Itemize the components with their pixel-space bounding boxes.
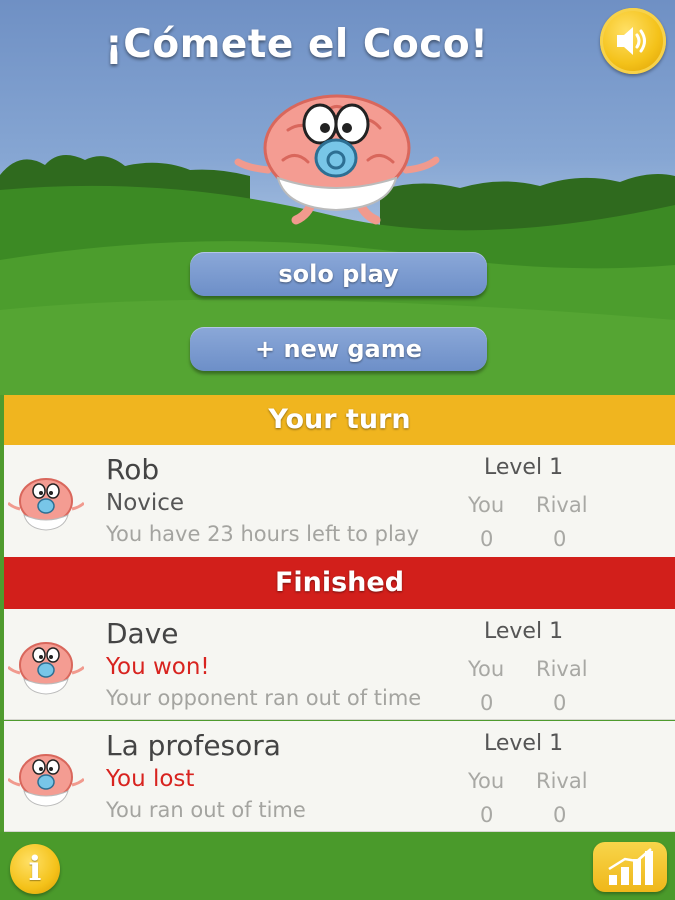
rival-score: 0 xyxy=(553,527,567,551)
you-score: 0 xyxy=(480,691,494,715)
finished-header: Finished xyxy=(4,557,675,609)
game-scene: ¡Cómete el Coco! solo play + new game xyxy=(0,0,675,395)
game-detail: Your opponent ran out of time xyxy=(106,686,422,710)
you-column-label: You xyxy=(468,493,505,517)
speaker-icon xyxy=(617,27,646,55)
game-row-dave[interactable]: Dave You won! Your opponent ran out of t… xyxy=(4,609,675,720)
info-icon: i xyxy=(28,849,42,889)
level-label: Level 1 xyxy=(484,619,564,644)
info-button[interactable]: i xyxy=(10,844,60,894)
bar-chart-icon xyxy=(608,848,653,885)
rival-column-label: Rival xyxy=(536,657,588,681)
you-column-label: You xyxy=(468,769,505,793)
rival-column-label: Rival xyxy=(536,769,588,793)
sound-toggle-button[interactable] xyxy=(600,8,666,74)
coco-mascot-image xyxy=(234,94,440,225)
game-result: You won! xyxy=(106,654,210,680)
level-label: Level 1 xyxy=(484,455,564,480)
rival-column-label: Rival xyxy=(536,493,588,517)
you-score: 0 xyxy=(480,803,494,827)
rival-score: 0 xyxy=(553,803,567,827)
game-row-la-profesora[interactable]: La profesora You lost You ran out of tim… xyxy=(4,721,675,832)
game-result: You lost xyxy=(106,766,195,792)
opponent-avatar-icon xyxy=(8,754,84,807)
app-title: ¡Cómete el Coco! xyxy=(105,22,489,67)
bottom-bar: i xyxy=(0,832,675,900)
solo-play-button[interactable]: solo play xyxy=(190,252,487,296)
opponent-name: Dave xyxy=(106,617,179,650)
opponent-avatar-icon xyxy=(8,478,84,531)
game-detail: You ran out of time xyxy=(106,798,306,822)
opponent-name: Rob xyxy=(106,453,160,486)
opponent-rank: Novice xyxy=(106,490,185,516)
you-score: 0 xyxy=(480,527,494,551)
opponent-avatar-icon xyxy=(8,642,84,695)
opponent-name: La profesora xyxy=(106,729,281,762)
stats-button[interactable] xyxy=(593,842,667,892)
level-label: Level 1 xyxy=(484,731,564,756)
game-row-rob[interactable]: Rob Novice You have 23 hours left to pla… xyxy=(4,445,675,558)
your-turn-header: Your turn xyxy=(4,395,675,445)
game-detail: You have 23 hours left to play xyxy=(106,522,420,546)
you-column-label: You xyxy=(468,657,505,681)
new-game-button[interactable]: + new game xyxy=(190,327,487,371)
rival-score: 0 xyxy=(553,691,567,715)
